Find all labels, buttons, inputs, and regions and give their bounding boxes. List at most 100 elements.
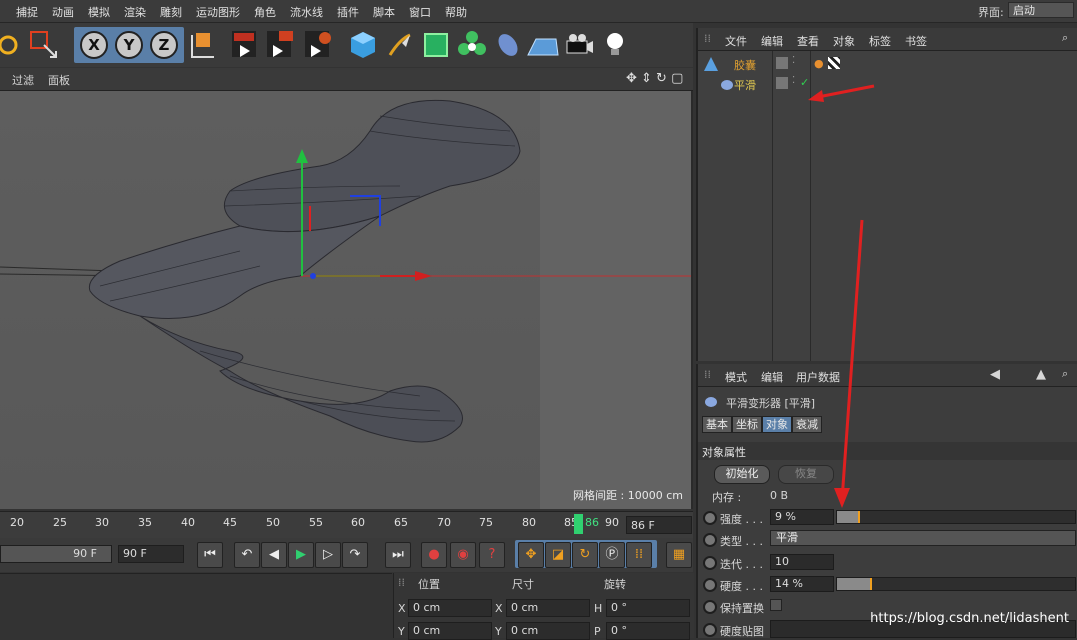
autokey-icon[interactable]: ◉ <box>450 542 476 568</box>
object-row[interactable]: 胶囊 ⁚ ● <box>698 55 1077 73</box>
menu-simulate[interactable]: 模拟 <box>88 4 110 20</box>
menu-character[interactable]: 角色 <box>254 4 276 20</box>
am-menu-mode[interactable]: 模式 <box>725 369 747 385</box>
layer-icon[interactable] <box>776 57 788 69</box>
stiffness-field[interactable]: 14 % <box>770 576 834 592</box>
menu-pipeline[interactable]: 流水线 <box>290 4 323 20</box>
menu-animate[interactable]: 动画 <box>52 4 74 20</box>
animate-radio-icon[interactable] <box>703 556 717 570</box>
start-frame-field[interactable]: 90 F <box>0 545 112 563</box>
subtab-falloff[interactable]: 衰减 <box>792 416 822 433</box>
pla-key-icon[interactable]: ⁞⁞ <box>626 542 652 568</box>
light-icon[interactable] <box>600 29 630 61</box>
search-icon[interactable]: ⌕ <box>1062 367 1068 381</box>
menu-sculpt[interactable]: 雕刻 <box>160 4 182 20</box>
subdivision-surface-icon[interactable] <box>420 29 452 61</box>
object-name[interactable]: 胶囊 <box>734 57 756 73</box>
object-row[interactable]: 平滑 ⁚ ✓ <box>698 75 1077 93</box>
size-x-field[interactable]: 0 cm <box>506 599 590 617</box>
initialize-button[interactable]: 初始化 <box>714 465 770 484</box>
am-menu-edit[interactable]: 编辑 <box>761 369 783 385</box>
menu-render[interactable]: 渲染 <box>124 4 146 20</box>
animate-radio-icon[interactable] <box>703 511 717 525</box>
menu-mograph[interactable]: 运动图形 <box>196 4 240 20</box>
rotation-p-field[interactable]: 0 ° <box>606 622 690 640</box>
subtab-object[interactable]: 对象 <box>762 416 792 433</box>
play-icon[interactable]: ▶ <box>288 542 314 568</box>
position-key-icon[interactable]: ✥ <box>518 542 544 568</box>
menu-script[interactable]: 脚本 <box>373 4 395 20</box>
keep-displacement-checkbox[interactable] <box>770 599 782 611</box>
iterations-field[interactable]: 10 <box>770 554 834 570</box>
end-frame-field[interactable]: 90 F <box>118 545 184 563</box>
visibility-dots-icon[interactable]: ⁚ <box>792 55 795 66</box>
previous-key-icon[interactable]: ↶ <box>234 542 260 568</box>
record-active-icon[interactable]: ● <box>421 542 447 568</box>
om-menu-file[interactable]: 文件 <box>725 33 747 49</box>
search-icon[interactable]: ⌕ <box>1062 31 1068 45</box>
next-frame-icon[interactable]: ▷ <box>315 542 341 568</box>
strength-slider[interactable] <box>836 510 1076 524</box>
scale-key-icon[interactable]: ◪ <box>545 542 571 568</box>
animate-radio-icon[interactable] <box>703 578 717 592</box>
type-select[interactable]: 平滑 <box>770 530 1076 546</box>
coordinate-system-icon[interactable] <box>186 29 218 61</box>
go-to-end-icon[interactable]: ⏭ <box>385 542 411 568</box>
viewport-navigation-icons[interactable]: ✥ ⇕ ↻ ▢ <box>626 71 683 86</box>
render-view-icon[interactable] <box>230 29 260 61</box>
pen-spline-icon[interactable] <box>384 29 416 61</box>
go-to-start-icon[interactable]: ⏮ <box>197 542 223 568</box>
strength-field[interactable]: 9 % <box>770 509 834 525</box>
size-y-field[interactable]: 0 cm <box>506 622 590 640</box>
cloner-icon[interactable] <box>456 29 488 61</box>
x-axis-lock-icon[interactable]: X <box>80 31 108 59</box>
rotate-tool-icon[interactable] <box>0 33 20 57</box>
animate-radio-icon[interactable] <box>703 600 717 614</box>
timeline-ruler[interactable]: 20 25 30 35 40 45 50 55 60 65 70 75 80 8… <box>0 511 693 538</box>
timeline-window-icon[interactable]: ▦ <box>666 542 692 568</box>
up-arrow-icon[interactable]: ▲ <box>1036 367 1046 382</box>
om-menu-view[interactable]: 查看 <box>797 33 819 49</box>
keyframe-selection-icon[interactable]: ? <box>479 542 505 568</box>
menu-plugins[interactable]: 插件 <box>337 4 359 20</box>
floor-icon[interactable] <box>526 29 560 61</box>
rotation-h-field[interactable]: 0 ° <box>606 599 690 617</box>
position-x-field[interactable]: 0 cm <box>408 599 492 617</box>
render-settings-icon[interactable] <box>303 29 337 61</box>
menu-help[interactable]: 帮助 <box>445 4 467 20</box>
y-axis-lock-icon[interactable]: Y <box>115 31 143 59</box>
deformer-icon[interactable] <box>492 29 524 61</box>
viewport-menu-filter[interactable]: 过滤 <box>12 72 34 88</box>
texture-tag-icon[interactable] <box>828 57 840 69</box>
menu-snap[interactable]: 捕捉 <box>16 4 38 20</box>
camera-icon[interactable] <box>563 29 597 61</box>
3d-viewport[interactable]: 网格间距 : 10000 cm <box>0 91 693 509</box>
rotation-key-icon[interactable]: ↻ <box>572 542 598 568</box>
om-menu-bookmarks[interactable]: 书签 <box>905 33 927 49</box>
parameter-key-icon[interactable]: Ⓟ <box>599 542 625 568</box>
playhead-marker[interactable] <box>574 514 583 534</box>
object-name[interactable]: 平滑 <box>734 77 756 93</box>
menu-window[interactable]: 窗口 <box>409 4 431 20</box>
position-y-field[interactable]: 0 cm <box>408 622 492 640</box>
scale-tool-icon[interactable] <box>28 29 62 61</box>
material-tag-icon[interactable]: ● <box>814 57 824 70</box>
current-frame-field[interactable]: 86 F <box>626 516 692 534</box>
cube-object-icon[interactable] <box>347 29 379 61</box>
stiffness-slider[interactable] <box>836 577 1076 591</box>
om-menu-objects[interactable]: 对象 <box>833 33 855 49</box>
animate-radio-icon[interactable] <box>703 533 717 547</box>
next-key-icon[interactable]: ↷ <box>342 542 368 568</box>
om-menu-tags[interactable]: 标签 <box>869 33 891 49</box>
subtab-coord[interactable]: 坐标 <box>732 416 762 433</box>
layer-icon[interactable] <box>776 77 788 89</box>
subtab-basic[interactable]: 基本 <box>702 416 732 433</box>
previous-frame-icon[interactable]: ◀ <box>261 542 287 568</box>
viewport-menu-panel[interactable]: 面板 <box>48 72 70 88</box>
z-axis-lock-icon[interactable]: Z <box>150 31 178 59</box>
om-menu-edit[interactable]: 编辑 <box>761 33 783 49</box>
restore-button[interactable]: 恢复 <box>778 465 834 484</box>
layout-select[interactable]: 启动 <box>1008 2 1074 18</box>
visibility-dots-icon[interactable]: ⁚ <box>792 75 795 86</box>
back-arrow-icon[interactable]: ◀ <box>990 367 1000 382</box>
